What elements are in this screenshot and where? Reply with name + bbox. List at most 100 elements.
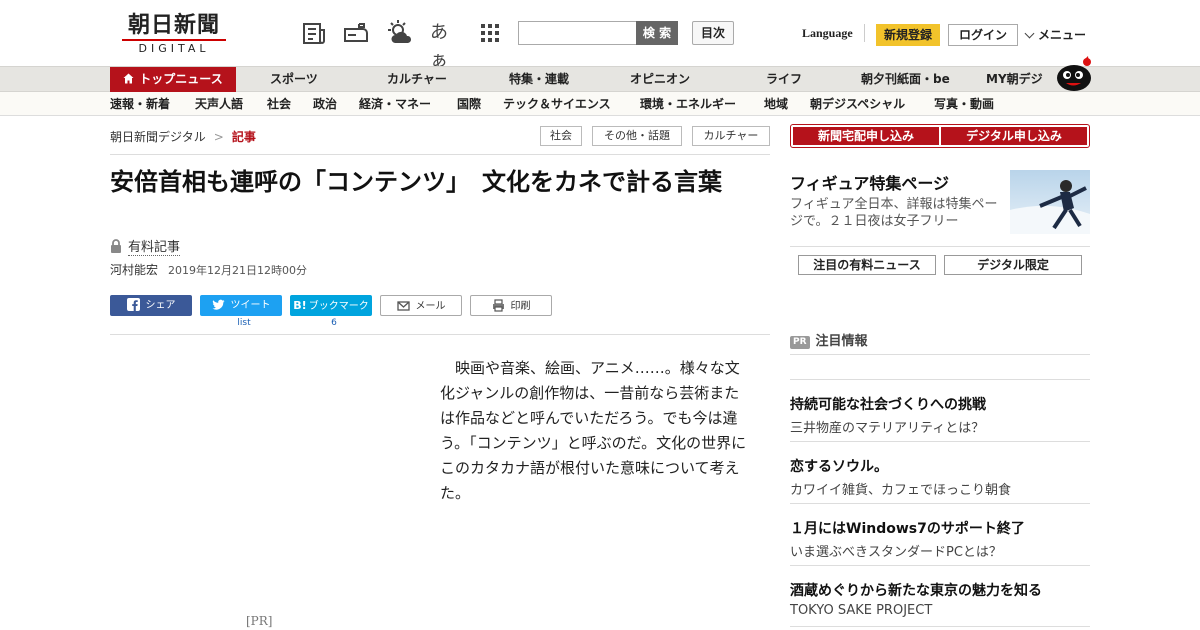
main-nav: トップニュース スポーツ カルチャー 特集・連載 オピニオン ライフ 朝夕刊紙面…	[0, 66, 1200, 92]
mascot-icon[interactable]	[1054, 56, 1092, 92]
search-input[interactable]	[518, 21, 638, 45]
nav-my-asadigi[interactable]: MY朝デジ	[986, 67, 1043, 92]
hatena-icon: B!	[293, 299, 307, 312]
login-button[interactable]: ログイン	[948, 24, 1018, 46]
pr-badge: PR	[790, 336, 810, 349]
figure-skating-photo[interactable]	[1010, 170, 1090, 234]
subscribe-digital-button[interactable]: デジタル申し込み	[941, 127, 1087, 145]
feature-title[interactable]: フィギュア特集ページ	[790, 170, 949, 194]
sub-nav: 速報・新着 天声人語 社会 政治 経済・マネー 国際 テック＆サイエンス 環境・…	[0, 92, 1200, 116]
mailbox-icon[interactable]	[342, 19, 370, 47]
divider	[110, 154, 770, 155]
logo-en: DIGITAL	[138, 42, 210, 55]
mail-icon	[396, 301, 410, 311]
weather-icon[interactable]	[386, 19, 414, 47]
subnav-society[interactable]: 社会	[267, 92, 291, 116]
nav-top-news-label: トップニュース	[139, 72, 223, 86]
paid-article-text: 有料記事	[128, 240, 181, 256]
divider	[790, 246, 1090, 247]
ad-subtitle[interactable]: カワイイ雑貨、カフェでほっこり朝食	[790, 479, 1011, 498]
article-title: 安倍首相も連呼の「コンテンツ」 文化をカネで計る言葉	[110, 168, 722, 196]
nav-culture[interactable]: カルチャー	[387, 67, 447, 92]
print-button[interactable]: 印刷	[470, 295, 552, 316]
nav-life[interactable]: ライフ	[766, 67, 802, 92]
logo-divider	[122, 39, 226, 41]
tag-culture[interactable]: カルチャー	[692, 126, 770, 146]
subnav-environment[interactable]: 環境・エネルギー	[640, 92, 736, 116]
byline: 河村能宏 2019年12月21日12時00分	[110, 261, 307, 278]
author-name: 河村能宏	[110, 263, 159, 277]
breadcrumb-separator: >	[213, 130, 224, 144]
ad-title[interactable]: 恋するソウル。	[790, 456, 888, 476]
site-logo[interactable]: 朝日新聞 DIGITAL	[118, 12, 230, 55]
facebook-share-button[interactable]: シェア	[110, 295, 192, 316]
menu-label: メニュー	[1038, 28, 1087, 42]
facebook-icon	[126, 298, 140, 311]
ad-subtitle[interactable]: TOKYO SAKE PROJECT	[790, 603, 932, 618]
twitter-count[interactable]: list	[203, 318, 285, 328]
ad-subtitle[interactable]: 三井物産のマテリアリティとは？	[790, 417, 984, 436]
subnav-region[interactable]: 地域	[764, 92, 788, 116]
twitter-icon	[212, 299, 224, 310]
ad-title[interactable]: １月にはWindows7のサポート終了	[790, 518, 1025, 538]
ad-title[interactable]: 持続可能な社会づくりへの挑戦	[790, 394, 986, 414]
twitter-tweet-label: ツイート	[230, 300, 271, 311]
tag-society[interactable]: 社会	[540, 126, 582, 146]
subnav-international[interactable]: 国際	[457, 92, 481, 116]
divider	[110, 334, 770, 335]
pr-heading-text: 注目情報	[815, 334, 868, 349]
tag-misc[interactable]: その他・話題	[592, 126, 682, 146]
chevron-down-icon	[1024, 28, 1035, 39]
subnav-breaking[interactable]: 速報・新着	[110, 92, 170, 116]
feature-description[interactable]: フィギュア全日本、詳報は特集ページで。２１日夜は女子フリー	[790, 196, 1002, 230]
nav-features[interactable]: 特集・連載	[509, 67, 569, 92]
language-link[interactable]: Language	[802, 26, 853, 41]
apps-grid-icon[interactable]	[476, 19, 504, 47]
subnav-economy[interactable]: 経済・マネー	[359, 92, 431, 116]
pr-label: [PR]	[246, 614, 273, 628]
nav-opinion[interactable]: オピニオン	[630, 67, 690, 92]
divider	[790, 379, 1090, 380]
nav-paper[interactable]: 朝夕刊紙面・be	[861, 67, 950, 92]
toc-button[interactable]: 目次	[692, 21, 734, 45]
divider	[790, 354, 1090, 355]
menu-button[interactable]: メニュー	[1024, 26, 1087, 43]
divider	[790, 626, 1090, 627]
pick-digital-only-button[interactable]: デジタル限定	[944, 255, 1082, 275]
ad-subtitle[interactable]: いま選ぶべきスタンダードPCとは？	[790, 541, 1002, 560]
mail-label: メール	[415, 301, 446, 312]
subnav-politics[interactable]: 政治	[313, 92, 337, 116]
breadcrumb: 朝日新聞デジタル > 記事	[110, 128, 256, 145]
twitter-tweet-button[interactable]: ツイート	[200, 295, 282, 316]
subnav-special[interactable]: 朝デジスペシャル	[810, 92, 905, 116]
font-size-glyph: あぁ	[430, 22, 448, 71]
nav-sports[interactable]: スポーツ	[270, 67, 318, 92]
paid-article-label[interactable]: 有料記事	[110, 236, 181, 256]
site-header: 朝日新聞 DIGITAL あぁ 検 索 目次 Language 新規登録 ログイ…	[0, 0, 1200, 71]
subnav-tech[interactable]: テック＆サイエンス	[503, 92, 611, 116]
header-divider	[864, 24, 865, 42]
font-size-icon[interactable]: あぁ	[430, 19, 458, 71]
pick-paid-news-button[interactable]: 注目の有料ニュース	[798, 255, 936, 275]
lock-icon	[111, 239, 121, 253]
search-button[interactable]: 検 索	[636, 21, 678, 45]
breadcrumb-home[interactable]: 朝日新聞デジタル	[110, 130, 206, 144]
subnav-tensei[interactable]: 天声人語	[195, 92, 243, 116]
subscribe-paper-button[interactable]: 新聞宅配申し込み	[793, 127, 939, 145]
subnav-photo[interactable]: 写真・動画	[934, 92, 994, 116]
divider	[790, 565, 1090, 566]
signup-button[interactable]: 新規登録	[876, 24, 940, 46]
pr-heading: PR 注目情報	[790, 330, 868, 349]
print-icon	[492, 299, 504, 312]
newspaper-icon[interactable]	[300, 19, 328, 47]
article-lead: 映画や音楽、絵画、アニメ……。様々な文化ジャンルの創作物は、一昔前なら芸術または…	[440, 359, 747, 502]
ad-title[interactable]: 酒蔵めぐりから新たな東京の魅力を知る	[790, 580, 1042, 600]
divider	[790, 503, 1090, 504]
nav-top-news[interactable]: トップニュース	[110, 67, 236, 92]
breadcrumb-current: 記事	[231, 130, 256, 144]
print-label: 印刷	[510, 301, 531, 312]
facebook-share-label: シェア	[145, 300, 176, 311]
hatena-bookmark-button[interactable]: B! ブックマーク	[290, 295, 372, 316]
mail-button[interactable]: メール	[380, 295, 462, 316]
hatena-count[interactable]: 6	[293, 318, 375, 328]
